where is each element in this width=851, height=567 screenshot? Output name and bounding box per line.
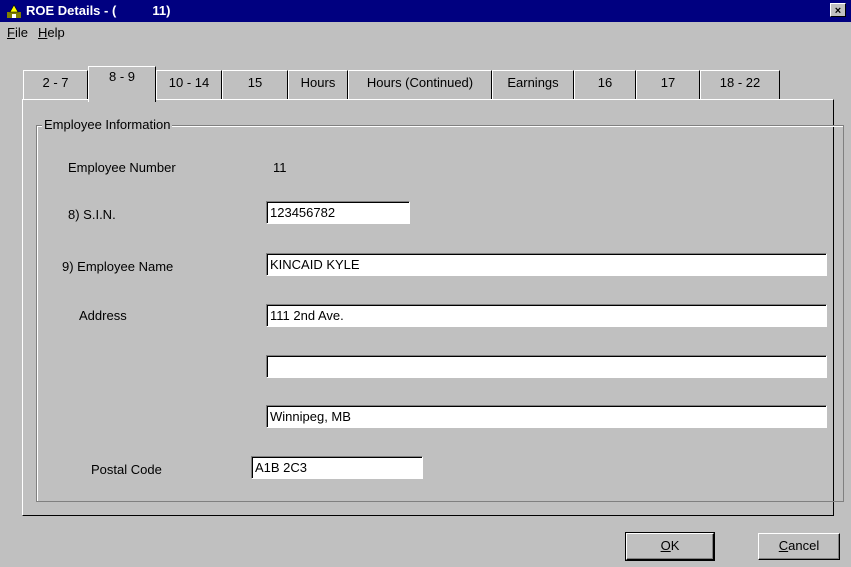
close-icon: × bbox=[834, 5, 842, 17]
tab-15[interactable]: 15 bbox=[222, 70, 288, 100]
app-icon bbox=[7, 4, 21, 18]
tab-10-14[interactable]: 10 - 14 bbox=[156, 70, 222, 100]
tab-earnings[interactable]: Earnings bbox=[492, 70, 574, 100]
employee-name-label: 9) Employee Name bbox=[62, 259, 174, 274]
window-title: ROE Details - ( 11) bbox=[26, 3, 171, 18]
address-line1-field[interactable]: 111 2nd Ave. bbox=[266, 304, 827, 327]
close-button[interactable]: × bbox=[830, 3, 846, 17]
employee-number-label: Employee Number bbox=[68, 160, 176, 175]
sin-field[interactable]: 123456782 bbox=[266, 201, 410, 224]
cancel-button[interactable]: Cancel bbox=[758, 533, 840, 560]
menu-help[interactable]: Help bbox=[38, 25, 65, 40]
postal-code-field[interactable]: A1B 2C3 bbox=[251, 456, 423, 479]
tab-17[interactable]: 17 bbox=[636, 70, 700, 100]
ok-button[interactable]: OK bbox=[625, 532, 715, 561]
sin-label: 8) S.I.N. bbox=[68, 207, 116, 222]
title-bar: ROE Details - ( 11) × bbox=[0, 0, 851, 22]
tab-16[interactable]: 16 bbox=[574, 70, 636, 100]
menu-file[interactable]: File bbox=[7, 25, 28, 40]
group-title: Employee Information bbox=[42, 117, 173, 132]
address-label: Address bbox=[79, 308, 127, 323]
employee-number-value: 11 bbox=[273, 160, 287, 175]
menu-bar: File Help bbox=[0, 22, 851, 44]
tab-hours-continued[interactable]: Hours (Continued) bbox=[348, 70, 492, 100]
tab-2-7[interactable]: 2 - 7 bbox=[23, 70, 88, 100]
employee-name-field[interactable]: KINCAID KYLE bbox=[266, 253, 827, 276]
tab-hours[interactable]: Hours bbox=[288, 70, 348, 100]
tab-18-22[interactable]: 18 - 22 bbox=[700, 70, 780, 100]
postal-code-label: Postal Code bbox=[91, 462, 162, 477]
tab-8-9[interactable]: 8 - 9 bbox=[88, 66, 156, 102]
address-line3-field[interactable]: Winnipeg, MB bbox=[266, 405, 827, 428]
address-line2-field[interactable] bbox=[266, 355, 827, 378]
